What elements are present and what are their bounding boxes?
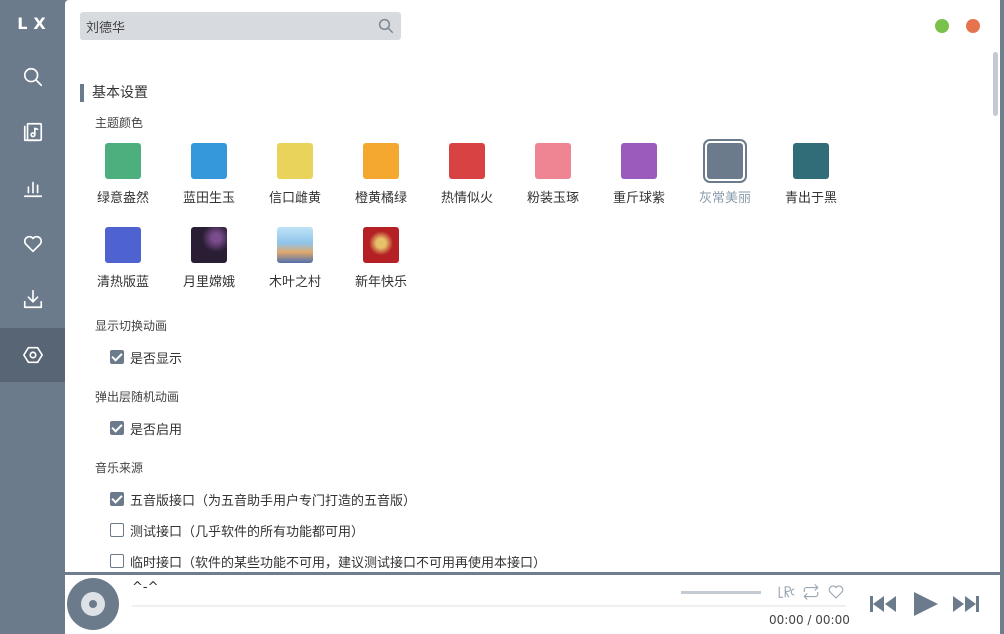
album-disc-icon[interactable] — [67, 578, 119, 630]
theme-option-label: 灰常美丽 — [698, 191, 751, 206]
theme-swatch[interactable] — [535, 143, 571, 179]
theme-option-label: 橙黄橘绿 — [354, 191, 407, 206]
settings-icon — [22, 346, 43, 364]
nav-search[interactable] — [0, 50, 65, 104]
theme-swatch[interactable] — [105, 227, 141, 263]
theme-swatch[interactable] — [703, 139, 747, 183]
music-list-icon — [23, 122, 42, 142]
nav-download[interactable] — [0, 272, 65, 326]
source-option-label: 临时接口（软件的某些功能不可用，建议测试接口不可用再使用本接口） — [130, 555, 547, 571]
theme-swatch[interactable] — [191, 143, 227, 179]
theme-option-label: 蓝田生玉 — [182, 191, 235, 206]
search-icon[interactable] — [377, 17, 395, 35]
theme-option[interactable]: 青出于黑 — [768, 143, 854, 206]
theme-option[interactable]: 月里嫦娥 — [166, 227, 252, 290]
theme-option[interactable]: 蓝田生玉 — [166, 143, 252, 206]
theme-option-label: 绿意盎然 — [96, 191, 149, 206]
source-option-label: 测试接口（几乎软件的所有功能都可用） — [130, 524, 365, 540]
source-option-label: 五音版接口（为五音助手用户专门打造的五音版） — [130, 493, 417, 509]
search-icon — [23, 67, 42, 87]
scrollbar[interactable] — [993, 52, 998, 116]
skip-next-icon — [953, 596, 979, 612]
theme-option[interactable]: 粉装玉琢 — [510, 143, 596, 206]
theme-swatch[interactable] — [363, 143, 399, 179]
theme-option-label: 木叶之村 — [268, 275, 321, 290]
heart-icon — [23, 235, 42, 253]
search-input[interactable] — [80, 12, 376, 40]
popup-label: 弹出层随机动画 — [95, 390, 180, 404]
animation-option[interactable]: 是否显示 — [110, 346, 980, 368]
source-option[interactable]: 五音版接口（为五音助手用户专门打造的五音版） — [110, 488, 980, 510]
theme-option-label: 重斤球紫 — [612, 191, 665, 206]
play-icon — [914, 592, 938, 616]
popup-option[interactable]: 是否启用 — [110, 417, 980, 439]
next-button[interactable] — [951, 589, 981, 623]
source-option[interactable]: 临时接口（软件的某些功能不可用，建议测试接口不可用再使用本接口） — [110, 550, 980, 572]
nav-settings[interactable] — [0, 328, 65, 382]
theme-swatch[interactable] — [277, 227, 313, 263]
player-bar: ^-^ 00:00 / 00:00 — [65, 575, 1000, 634]
theme-option[interactable]: 橙黄橘绿 — [338, 143, 424, 206]
app-logo: LX — [17, 14, 52, 33]
popup-option-label: 是否启用 — [130, 422, 183, 438]
theme-swatch[interactable] — [277, 143, 313, 179]
progress-bar[interactable] — [132, 605, 846, 607]
download-icon — [23, 289, 42, 309]
nav-leaderboard[interactable] — [0, 161, 65, 215]
theme-option-label: 月里嫦娥 — [182, 275, 235, 290]
play-button[interactable] — [911, 589, 941, 623]
theme-swatch[interactable] — [363, 227, 399, 263]
source-checkbox[interactable] — [110, 554, 124, 568]
animation-option-label: 是否显示 — [130, 351, 183, 367]
theme-label: 主题颜色 — [95, 116, 144, 130]
popup-checkbox[interactable] — [110, 421, 124, 435]
theme-swatch[interactable] — [105, 143, 141, 179]
theme-option-label: 清热版蓝 — [96, 275, 149, 290]
source-option[interactable]: 测试接口（几乎软件的所有功能都可用） — [110, 519, 980, 541]
theme-list: 绿意盎然 蓝田生玉 信口雌黄 橙黄橘绿 热情似火 粉装玉琢 重斤球紫 灰常美丽 青出于黑清热版蓝… — [97, 139, 905, 317]
source-checkbox[interactable] — [110, 523, 124, 537]
theme-option-label: 热情似火 — [440, 191, 493, 206]
close-button[interactable] — [966, 19, 980, 33]
animation-checkbox[interactable] — [110, 350, 124, 364]
comment-icon[interactable] — [827, 583, 845, 601]
theme-option-label: 新年快乐 — [354, 275, 407, 290]
nav-favorites[interactable] — [0, 217, 65, 271]
source-label: 音乐来源 — [95, 461, 144, 475]
source-checkbox[interactable] — [110, 492, 124, 506]
theme-swatch[interactable] — [191, 227, 227, 263]
theme-option[interactable]: 绿意盎然 — [80, 143, 166, 206]
theme-option[interactable]: 信口雌黄 — [252, 143, 338, 206]
theme-option[interactable]: 木叶之村 — [252, 227, 338, 290]
theme-option-label: 信口雌黄 — [268, 191, 321, 206]
theme-option-label: 粉装玉琢 — [526, 191, 579, 206]
lyrics-icon[interactable] — [777, 583, 795, 601]
theme-swatch[interactable] — [793, 143, 829, 179]
volume-slider[interactable] — [681, 591, 761, 594]
theme-option[interactable]: 热情似火 — [424, 143, 510, 206]
theme-option[interactable]: 新年快乐 — [338, 227, 424, 290]
settings-panel: 基本设置 主题颜色 绿意盎然 蓝田生玉 信口雌黄 橙黄橘绿 热情似火 粉装玉琢 重斤球紫 灰常… — [65, 0, 1000, 572]
repeat-icon[interactable] — [802, 583, 820, 601]
time-display: 00:00 / 00:00 — [769, 613, 850, 627]
nav-songlist[interactable] — [0, 105, 65, 159]
section-title: 基本设置 — [80, 82, 980, 104]
track-name: ^-^ — [132, 580, 159, 595]
prev-button[interactable] — [868, 589, 898, 623]
theme-option[interactable]: 清热版蓝 — [80, 227, 166, 290]
sidebar: LX — [0, 0, 65, 634]
minimize-button[interactable] — [935, 19, 949, 33]
settings-content: 基本设置 主题颜色 绿意盎然 蓝田生玉 信口雌黄 橙黄橘绿 热情似火 粉装玉琢 重斤球紫 灰常… — [80, 82, 980, 572]
theme-swatch[interactable] — [621, 143, 657, 179]
search-box[interactable] — [80, 12, 401, 40]
chart-icon — [23, 181, 42, 198]
theme-option[interactable]: 灰常美丽 — [682, 139, 768, 206]
animation-label: 显示切换动画 — [95, 319, 168, 333]
skip-previous-icon — [870, 596, 896, 612]
theme-option[interactable]: 重斤球紫 — [596, 143, 682, 206]
theme-swatch[interactable] — [449, 143, 485, 179]
theme-option-label: 青出于黑 — [784, 191, 837, 206]
